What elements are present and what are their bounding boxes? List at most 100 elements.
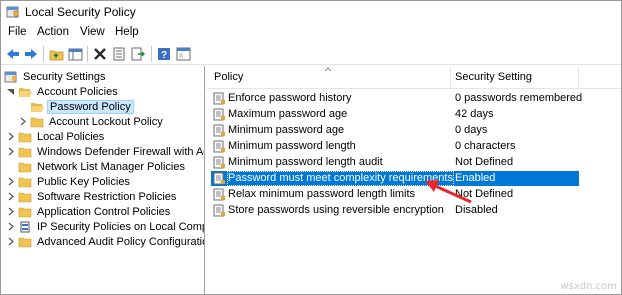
- chevron-right-icon[interactable]: [6, 207, 15, 216]
- tree-item-security-settings[interactable]: Security Settings: [4, 69, 108, 84]
- export-list-icon[interactable]: [130, 46, 146, 62]
- folder-icon: [18, 132, 32, 142]
- tree-item-label: Advanced Audit Policy Configuration: [37, 235, 205, 248]
- column-header-security-setting[interactable]: Security Setting: [455, 66, 532, 88]
- policy-row[interactable]: Minimum password length audit Not Define…: [211, 155, 579, 170]
- local-security-policy-icon: [6, 6, 19, 18]
- column-divider[interactable]: [578, 66, 579, 88]
- toolbar-separator: [87, 46, 88, 62]
- policy-row-selected[interactable]: Password must meet complexity requiremen…: [211, 171, 579, 186]
- tree-item-application-control[interactable]: Application Control Policies: [6, 204, 172, 219]
- folder-icon: [18, 177, 32, 187]
- tree-item-network-list-manager[interactable]: Network List Manager Policies: [18, 159, 187, 174]
- policy-setting: 0 passwords remembered: [455, 92, 583, 104]
- policy-name: Minimum password age: [228, 124, 345, 136]
- policy-name: Relax minimum password length limits: [228, 188, 416, 200]
- menu-bar: File Action View Help: [1, 24, 621, 42]
- chevron-right-icon[interactable]: [6, 132, 15, 141]
- chevron-down-icon[interactable]: [6, 87, 15, 96]
- tree-item-software-restriction[interactable]: Software Restriction Policies: [6, 189, 178, 204]
- main-window: Local Security Policy File Action View H…: [0, 0, 622, 295]
- policy-name: Minimum password length: [228, 140, 356, 152]
- chevron-right-icon[interactable]: [6, 147, 15, 156]
- sort-caret-icon: [324, 67, 332, 72]
- window-title: Local Security Policy: [25, 5, 136, 19]
- tree-item-password-policy[interactable]: Password Policy: [30, 99, 134, 114]
- toolbar-separator: [151, 46, 152, 62]
- folder-open-icon: [19, 87, 32, 97]
- folder-open-icon: [31, 102, 44, 112]
- tree-item-label: Account Policies: [37, 85, 118, 98]
- security-settings-icon: [4, 71, 17, 82]
- up-folder-icon[interactable]: [48, 46, 64, 62]
- folder-icon: [18, 207, 32, 217]
- policy-row[interactable]: Minimum password age 0 days: [211, 123, 579, 138]
- tree-pane: Security Settings Account Policies Passw…: [1, 66, 205, 294]
- tree-item-label: Security Settings: [23, 70, 106, 83]
- toolbar-separator: [43, 46, 44, 62]
- tree-item-windows-defender-firewall[interactable]: Windows Defender Firewall with Adva: [6, 144, 205, 159]
- policy-setting: Disabled: [455, 204, 498, 216]
- policy-icon: [213, 188, 225, 201]
- menu-help[interactable]: Help: [115, 26, 139, 38]
- policy-setting: Not Defined: [455, 188, 514, 200]
- back-arrow-icon[interactable]: [5, 46, 21, 62]
- policy-icon: [213, 156, 225, 169]
- folder-icon: [18, 237, 32, 247]
- header-separator: [207, 88, 621, 89]
- policy-row[interactable]: Relax minimum password length limits Not…: [211, 187, 579, 202]
- policy-row[interactable]: Store passwords using reversible encrypt…: [211, 203, 579, 218]
- chevron-right-icon[interactable]: [6, 192, 15, 201]
- policy-icon: [213, 204, 225, 217]
- policy-setting: Not Defined: [455, 156, 514, 168]
- policy-setting: 0 days: [455, 124, 488, 136]
- tree-item-label: Network List Manager Policies: [37, 160, 185, 173]
- menu-view[interactable]: View: [80, 26, 105, 38]
- tree-item-label: Windows Defender Firewall with Adva: [37, 145, 205, 158]
- tree-item-label: Software Restriction Policies: [37, 190, 177, 203]
- chevron-right-icon[interactable]: [6, 222, 15, 231]
- policy-name: Password must meet complexity requiremen…: [227, 171, 454, 186]
- help-icon[interactable]: ?: [156, 46, 172, 62]
- policy-name: Minimum password length audit: [228, 156, 383, 168]
- tree-item-label: Public Key Policies: [37, 175, 130, 188]
- policy-setting: Enabled: [455, 172, 496, 184]
- tree-item-local-policies[interactable]: Local Policies: [6, 129, 106, 144]
- tree-item-label: Password Policy: [47, 99, 134, 114]
- delete-icon[interactable]: [92, 46, 108, 62]
- tree-item-public-key-policies[interactable]: Public Key Policies: [6, 174, 132, 189]
- tree-item-account-policies[interactable]: Account Policies: [6, 84, 120, 99]
- folder-icon: [18, 162, 32, 172]
- policy-row[interactable]: Minimum password length 0 characters: [211, 139, 579, 154]
- policy-list-pane: Policy Security Setting Enforce password…: [207, 66, 621, 294]
- policy-name: Store passwords using reversible encrypt…: [228, 204, 444, 216]
- watermark: wsxdn.com: [560, 281, 617, 292]
- menu-action[interactable]: Action: [37, 26, 69, 38]
- tree-item-label: Application Control Policies: [37, 205, 171, 218]
- policy-row[interactable]: Maximum password age 42 days: [211, 107, 579, 122]
- console-icon[interactable]: [175, 46, 191, 62]
- menu-file[interactable]: File: [8, 26, 27, 38]
- column-divider[interactable]: [450, 66, 451, 88]
- folder-icon: [18, 192, 32, 202]
- policy-name: Maximum password age: [228, 108, 348, 120]
- chevron-right-icon[interactable]: [6, 237, 15, 246]
- folder-icon: [18, 147, 32, 157]
- tree-item-advanced-audit-policy[interactable]: Advanced Audit Policy Configuration: [6, 234, 205, 249]
- column-header-policy[interactable]: Policy: [214, 66, 243, 88]
- toolbar: ?: [1, 43, 621, 65]
- policy-icon: [213, 108, 225, 121]
- svg-text:?: ?: [161, 50, 167, 61]
- chevron-right-icon[interactable]: [6, 177, 15, 186]
- tree-item-ip-security-policies[interactable]: IP Security Policies on Local Compute: [6, 219, 204, 234]
- tree-item-account-lockout-policy[interactable]: Account Lockout Policy: [18, 114, 165, 129]
- title-bar[interactable]: Local Security Policy: [1, 1, 621, 23]
- chevron-right-icon[interactable]: [18, 117, 27, 126]
- forward-arrow-icon[interactable]: [23, 46, 39, 62]
- show-hide-tree-icon[interactable]: [67, 46, 83, 62]
- properties-icon[interactable]: [111, 46, 127, 62]
- tree-item-label: Account Lockout Policy: [49, 115, 163, 128]
- policy-row[interactable]: Enforce password history 0 passwords rem…: [211, 91, 583, 106]
- policy-icon: [213, 140, 225, 153]
- policy-icon: [213, 172, 225, 185]
